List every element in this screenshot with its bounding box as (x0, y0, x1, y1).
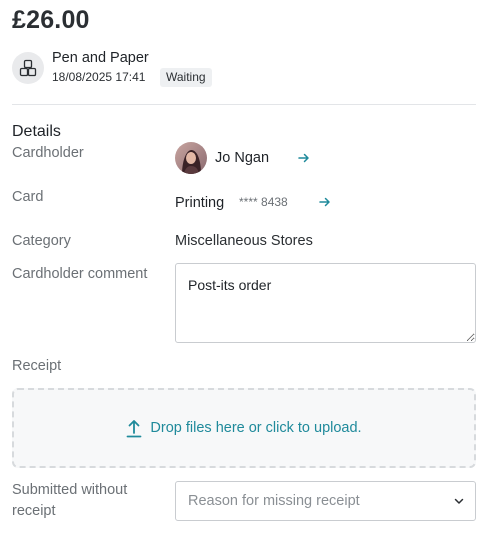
boxes-icon (19, 59, 37, 77)
select-placeholder: Reason for missing receipt (188, 493, 360, 509)
cardholder-comment-field[interactable]: Post-its order (175, 263, 476, 343)
expense-amount: £26.00 (12, 6, 90, 34)
chevron-down-icon (454, 498, 464, 504)
upload-icon (127, 420, 142, 438)
category-label: Category (12, 233, 71, 249)
cardholder-avatar (175, 142, 207, 174)
details-heading: Details (12, 123, 61, 140)
cardholder-name[interactable]: Jo Ngan (215, 150, 269, 166)
merchant-avatar (12, 52, 44, 84)
missing-receipt-label: Submitted without receipt (12, 480, 127, 522)
arrow-right-icon[interactable] (318, 195, 332, 209)
upload-text: Drop files here or click to upload. (150, 420, 362, 436)
arrow-right-icon[interactable] (297, 151, 311, 165)
missing-receipt-label-line2: receipt (12, 503, 56, 519)
card-name[interactable]: Printing (175, 195, 224, 211)
card-label: Card (12, 189, 44, 205)
status-badge: Waiting (160, 68, 212, 87)
comment-label: Cardholder comment (12, 266, 148, 282)
divider (12, 104, 476, 105)
receipt-label: Receipt (12, 358, 62, 374)
card-number: **** 8438 (239, 195, 288, 209)
missing-receipt-reason-select[interactable]: Reason for missing receipt (175, 481, 476, 521)
transaction-date: 18/08/2025 17:41 (52, 70, 146, 84)
category-value: Miscellaneous Stores (175, 233, 313, 249)
missing-receipt-label-line1: Submitted without (12, 482, 128, 498)
cardholder-label: Cardholder (12, 145, 84, 161)
expense-detail-panel: £26.00 Pen and Paper 18/08/2025 17:41 Wa… (0, 0, 488, 534)
receipt-dropzone[interactable]: Drop files here or click to upload. (12, 388, 476, 468)
merchant-name: Pen and Paper (52, 50, 149, 66)
